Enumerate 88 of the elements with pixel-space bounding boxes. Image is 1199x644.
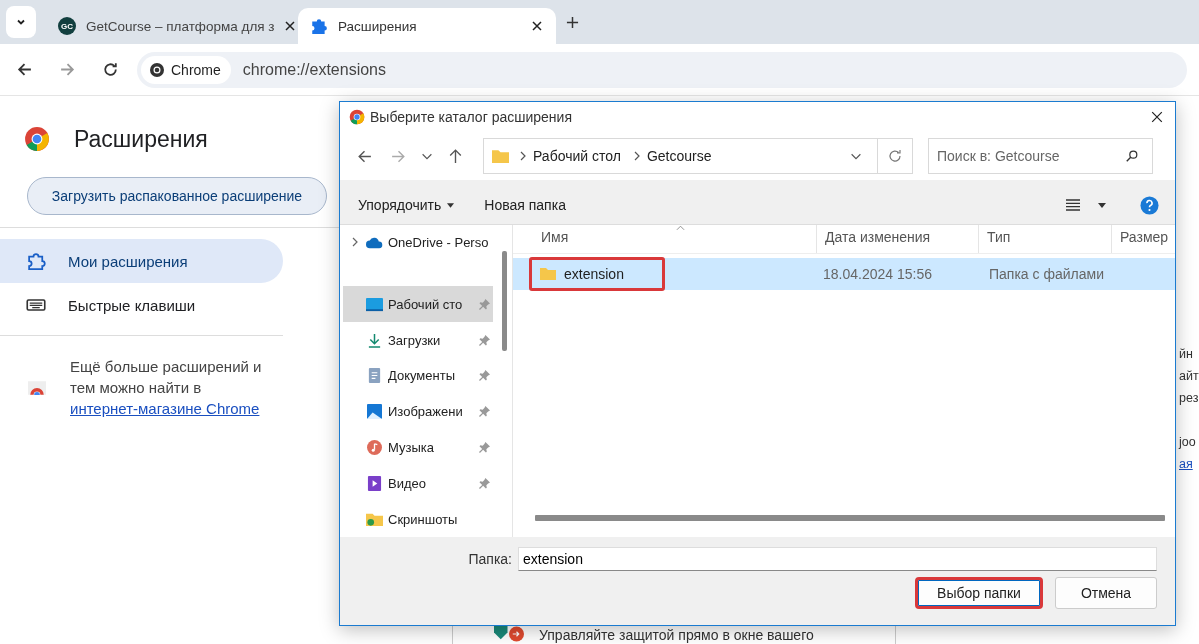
chrome-logo-icon — [149, 61, 165, 78]
folder-icon — [366, 511, 383, 527]
help-icon[interactable] — [1140, 195, 1159, 215]
web-store-icon — [28, 380, 46, 395]
logo-icon: GC — [58, 17, 76, 35]
download-icon — [366, 332, 383, 348]
desktop-icon — [366, 296, 383, 312]
dialog-title: Выберите каталог расширения — [370, 109, 573, 126]
view-list-icon[interactable] — [1066, 199, 1080, 212]
browser-tab[interactable]: GC GetCourse – платформа для з — [46, 8, 298, 44]
dropdown-icon — [447, 202, 455, 208]
scrollbar-thumb[interactable] — [502, 250, 507, 351]
file-name: extension — [529, 256, 665, 291]
tree-item[interactable]: Документы — [343, 357, 493, 394]
tree-item[interactable]: Загрузки — [343, 322, 493, 358]
refresh-icon[interactable] — [887, 148, 903, 165]
promo-text: Ещё больше расширений и тем можно найти в интернет-магазине Chrome — [70, 357, 263, 419]
up-arrow-icon[interactable] — [447, 147, 464, 165]
card-text-fragment: рез — [1179, 390, 1199, 407]
new-tab-icon[interactable] — [566, 15, 579, 29]
column-header[interactable]: Имя — [513, 224, 817, 253]
chevron-right-icon[interactable] — [351, 237, 359, 248]
tree-item[interactable]: Изображени — [343, 393, 493, 430]
page-title: Расширения — [74, 125, 208, 153]
column-header[interactable]: Размер — [1112, 224, 1175, 253]
pin-icon — [479, 406, 490, 418]
tree-item[interactable]: OneDrive - Perso — [343, 224, 493, 261]
nav-item[interactable]: Быстрые клавиши — [0, 283, 283, 327]
music-icon — [366, 439, 383, 455]
file-date: 18.04.2024 15:56 — [822, 265, 933, 282]
search-icon — [1125, 149, 1139, 164]
puzzle-icon — [310, 17, 328, 35]
pin-icon — [479, 441, 490, 453]
breadcrumb-item[interactable]: Getcourse — [646, 148, 712, 165]
reload-icon[interactable] — [102, 61, 119, 78]
tab-title: Расширения — [338, 18, 418, 34]
tab-title: GetCourse – платформа для з — [86, 18, 275, 34]
back-icon[interactable] — [16, 61, 33, 78]
pin-icon — [479, 334, 490, 346]
chrome-logo-icon — [24, 126, 50, 152]
pin-icon — [479, 298, 490, 310]
chevron-right-icon — [519, 151, 527, 162]
site-chip[interactable]: Chrome — [141, 55, 231, 84]
folder-label: Папка: — [468, 550, 512, 567]
chrome-logo-icon — [349, 109, 365, 126]
load-unpacked-button[interactable]: Загрузить распакованное расширение — [27, 177, 327, 215]
browser-tab[interactable]: Расширения — [298, 8, 556, 44]
tree-item[interactable]: Рабочий сто — [343, 286, 493, 323]
toolbar-button[interactable]: Упорядочить — [352, 193, 461, 218]
path-bar[interactable]: Рабочий стол Getcourse — [483, 138, 913, 175]
tree-item[interactable]: Видео — [343, 465, 493, 502]
toolbar-button[interactable]: Новая папка — [478, 193, 572, 218]
close-icon[interactable] — [1151, 111, 1163, 124]
image-icon — [366, 404, 383, 420]
folder-icon — [492, 149, 509, 164]
file-type: Папка с файлами — [988, 265, 1105, 282]
puzzle-icon — [26, 251, 46, 271]
close-icon[interactable] — [284, 21, 295, 31]
folder-name-field[interactable]: extension — [518, 546, 1157, 571]
search-field[interactable]: Поиск в: Getcourse — [928, 138, 1153, 175]
url-text: chrome://extensions — [242, 60, 386, 79]
breadcrumb-item[interactable]: Рабочий стол — [533, 148, 621, 165]
column-header[interactable]: Дата изменения — [817, 224, 979, 253]
forward-icon[interactable] — [59, 61, 76, 78]
card-text-fragment: йн — [1179, 346, 1194, 363]
cancel-button[interactable]: Отмена — [1055, 576, 1157, 609]
web-store-link[interactable]: интернет-магазине Chrome — [70, 400, 260, 417]
tree-item[interactable]: Скриншоты — [343, 501, 493, 537]
folder-icon — [540, 267, 556, 281]
document-icon — [366, 368, 383, 384]
pin-icon — [479, 370, 490, 382]
sort-caret-icon — [676, 224, 685, 231]
scrollbar-thumb[interactable] — [535, 514, 1165, 521]
address-bar[interactable]: Chrome chrome://extensions — [137, 51, 1187, 88]
chevron-right-icon — [632, 151, 641, 162]
select-folder-button[interactable]: Выбор папки — [915, 576, 1043, 609]
dropdown-icon[interactable] — [1098, 202, 1106, 208]
card-text-fragment[interactable]: ая — [1179, 454, 1199, 474]
card-text-fragment: айт — [1179, 368, 1199, 385]
pin-icon — [479, 477, 490, 489]
video-icon — [366, 475, 383, 491]
close-icon[interactable] — [532, 21, 542, 31]
card-description: Управляйте защитой прямо в окне вашего — [539, 627, 814, 643]
column-header[interactable]: Тип — [979, 224, 1112, 253]
file-row[interactable]: extension 18.04.2024 15:56 Папка с файлами — [513, 257, 1175, 290]
nav-item[interactable]: Мои расширения — [0, 239, 283, 283]
tree-item[interactable]: Музыка — [343, 429, 493, 466]
card-text-fragment: joo — [1179, 434, 1197, 451]
